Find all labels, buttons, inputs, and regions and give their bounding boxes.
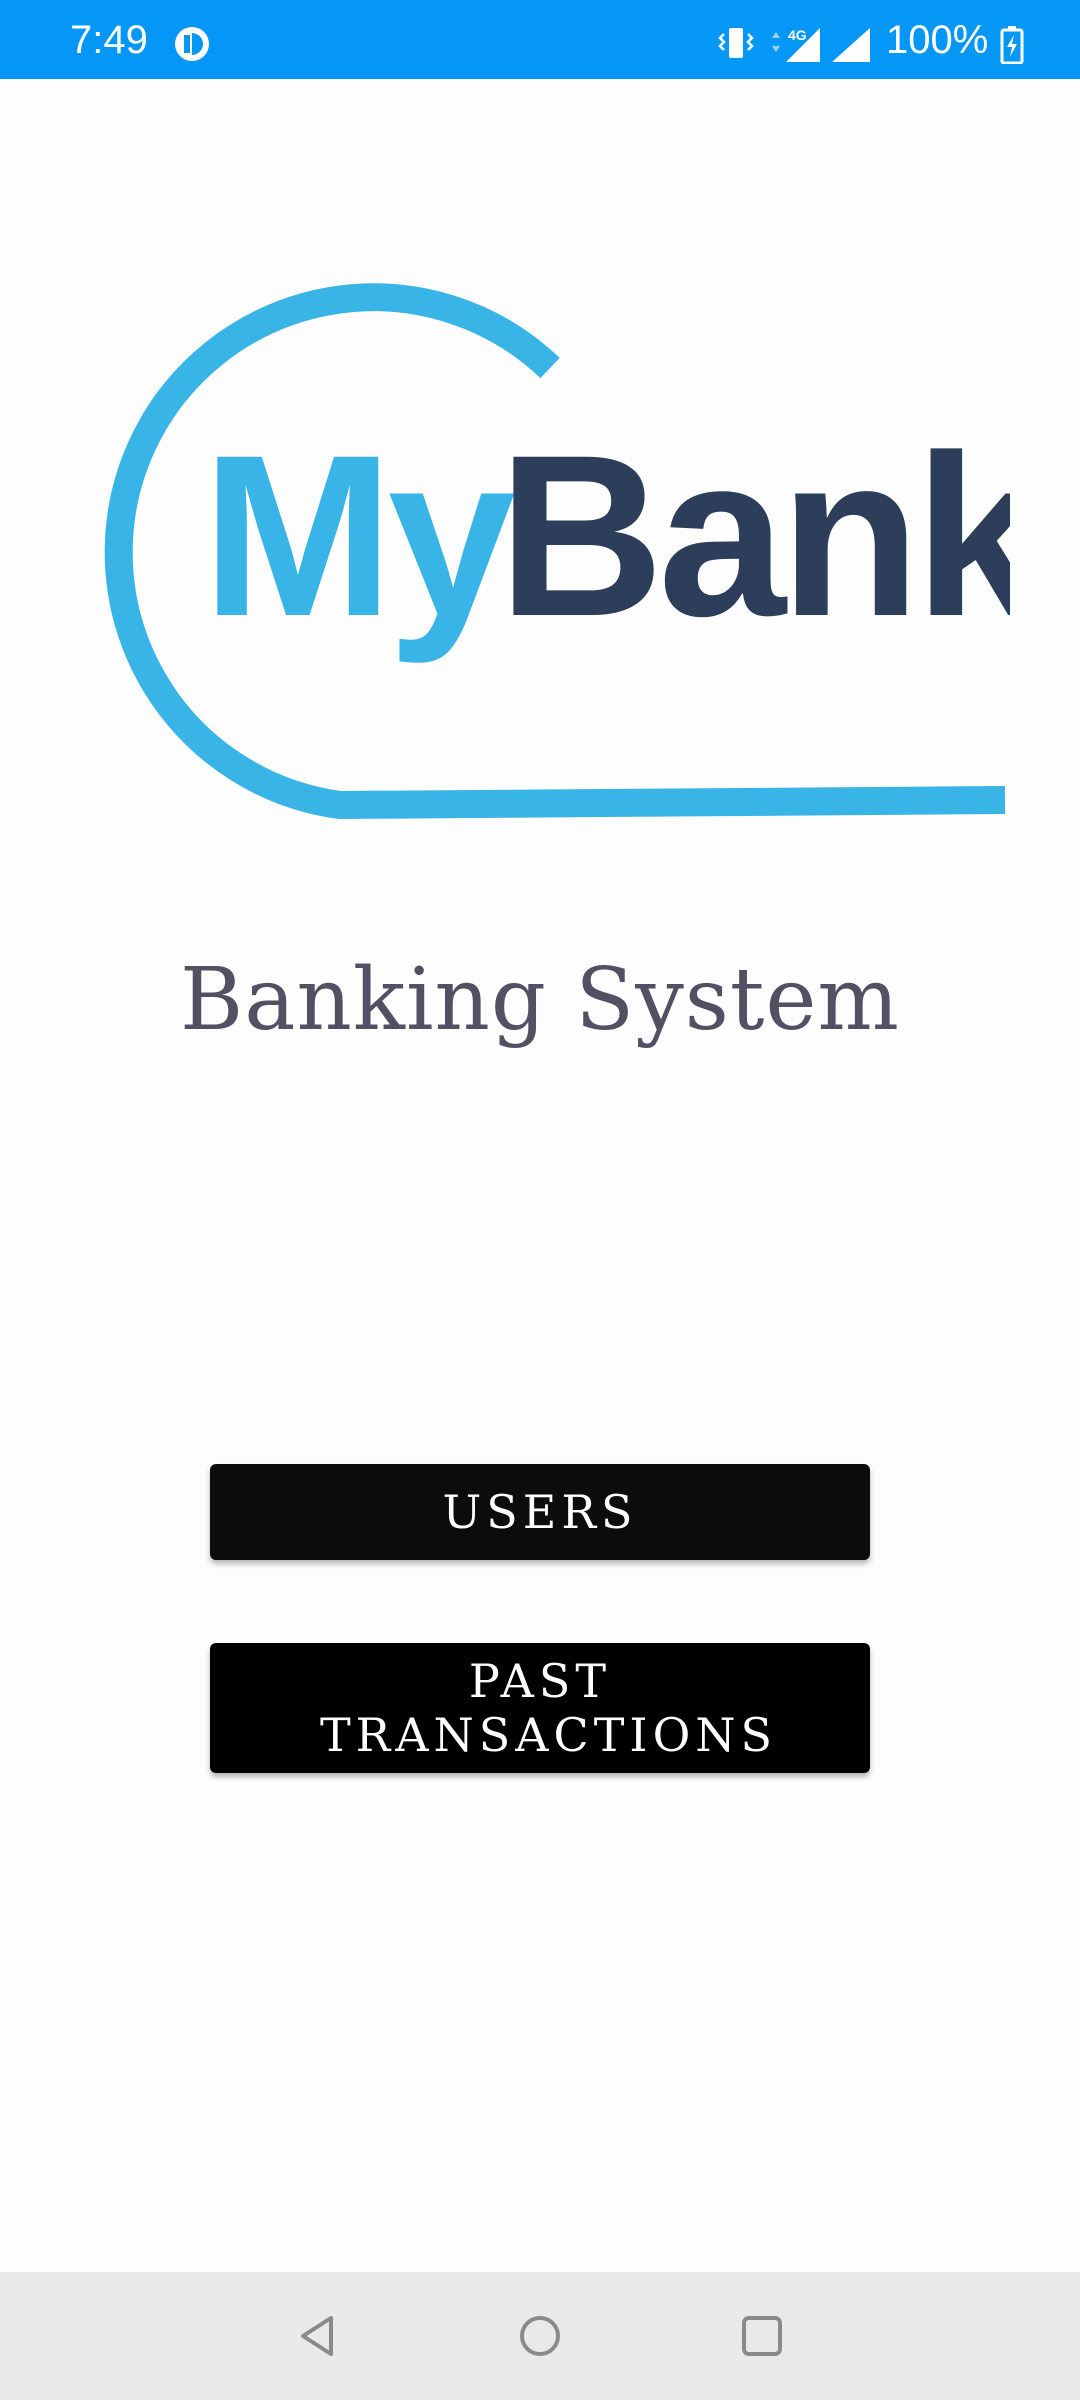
battery-charging-icon <box>1000 26 1024 64</box>
battery-percent: 100% <box>886 18 989 62</box>
vibrate-icon <box>718 28 754 58</box>
navigation-bar <box>0 2272 1080 2400</box>
mobile-data-icon: 4G <box>772 27 820 62</box>
home-icon[interactable] <box>516 2312 564 2360</box>
logo-wordmark-bank: Bank <box>498 407 1010 664</box>
users-button[interactable]: USERS <box>210 1464 870 1560</box>
status-bar: 7:49 4G 100% <box>0 0 1080 79</box>
back-icon[interactable] <box>295 2312 343 2360</box>
page-title: Banking System <box>180 950 900 1050</box>
app-notification-icon <box>175 27 209 61</box>
status-time: 7:49 <box>70 18 148 62</box>
mybank-logo: My Bank <box>104 283 1010 820</box>
signal-icon <box>832 28 870 62</box>
past-transactions-label: PAST TRANSACTIONS <box>320 1654 778 1762</box>
network-type-label: 4G <box>788 27 807 43</box>
recents-icon[interactable] <box>738 2312 786 2360</box>
past-transactions-button[interactable]: PAST TRANSACTIONS <box>210 1643 870 1773</box>
logo-wordmark-my: My <box>202 407 515 664</box>
